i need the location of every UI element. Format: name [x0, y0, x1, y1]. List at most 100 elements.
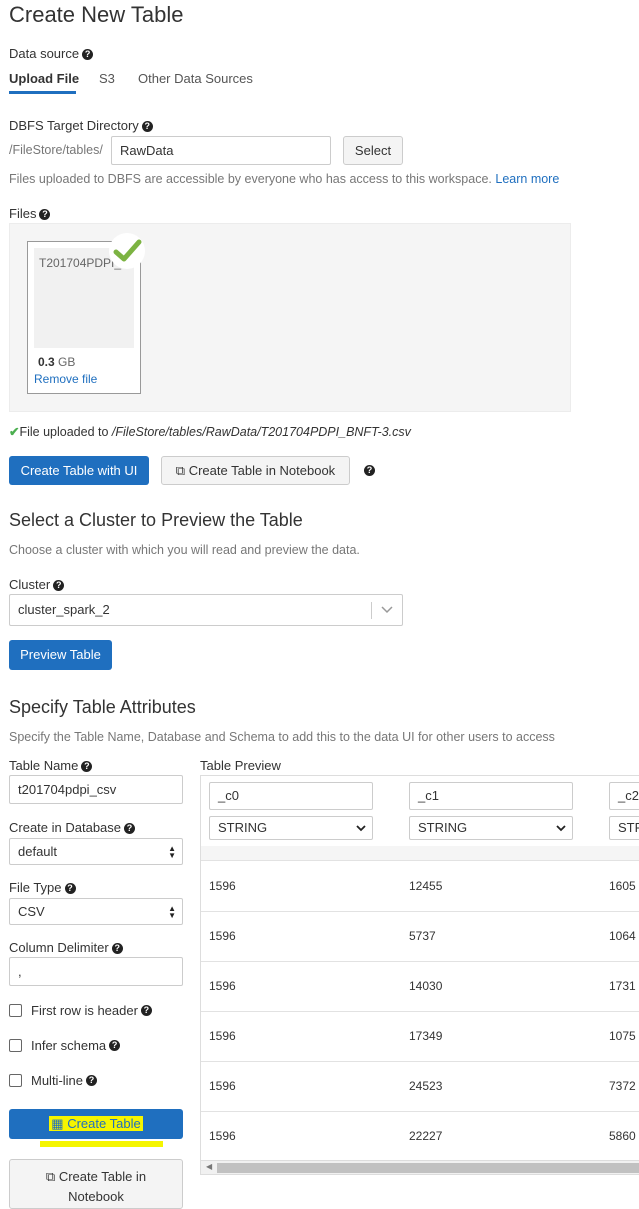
select-arrows-icon: ▲ ▼ [168, 903, 176, 920]
table-cell: 1064 [609, 929, 636, 943]
scroll-left-icon[interactable]: ◀ [206, 1162, 212, 1171]
data-source-label: Data source? [9, 46, 94, 61]
page-title: Create New Table [9, 2, 184, 27]
help-icon[interactable]: ? [53, 580, 65, 592]
attributes-section-title: Specify Table Attributes [9, 697, 196, 717]
table-row: 1596 5737 1064 [201, 911, 639, 962]
table-row: 1596 22227 5860 [201, 1111, 639, 1161]
cluster-label: Cluster? [9, 577, 65, 592]
preview-table-button[interactable]: Preview Table [9, 640, 112, 670]
table-cell: 5860 [609, 1129, 636, 1143]
external-link-icon: ⧉ [175, 463, 186, 478]
scrollbar-thumb[interactable] [217, 1163, 639, 1173]
column-name-input[interactable]: _c0 [209, 782, 373, 810]
tab-upload-file[interactable]: Upload File [9, 71, 79, 86]
table-cell: 1596 [209, 979, 236, 993]
column-type-select[interactable]: STRING [209, 816, 373, 840]
table-cell: 1605 [609, 879, 636, 893]
cluster-section-title: Select a Cluster to Preview the Table [9, 510, 303, 530]
table-cell: 1075 [609, 1029, 636, 1043]
table-cell: 12455 [409, 879, 443, 893]
help-icon[interactable]: ? [39, 209, 51, 221]
first-row-header-checkbox[interactable] [9, 1004, 22, 1017]
uploaded-path: /FileStore/tables/RawData/T201704PDPI_BN… [111, 425, 411, 439]
column-name-input[interactable]: _c2 [609, 782, 639, 810]
help-icon[interactable]: ? [141, 121, 153, 133]
table-cell: 7372 [609, 1079, 636, 1093]
create-table-button[interactable]: ▦ Create Table [9, 1109, 183, 1139]
table-name-input[interactable]: t201704pdpi_csv [9, 775, 183, 804]
learn-more-link[interactable]: Learn more [495, 172, 559, 186]
infer-schema-option[interactable]: Infer schema? [9, 1038, 121, 1053]
table-cell: 17349 [409, 1029, 443, 1043]
help-icon[interactable]: ? [86, 1075, 98, 1086]
header-divider [201, 846, 639, 861]
table-preview-label: Table Preview [200, 758, 281, 773]
chevron-down-icon [381, 606, 393, 614]
highlight-underline [40, 1141, 163, 1147]
help-icon[interactable]: ? [124, 823, 136, 835]
table-cell: 1731 [609, 979, 636, 993]
active-tab-indicator [9, 91, 76, 94]
file-size: 0.3 GB [38, 355, 75, 369]
select-divider [371, 602, 372, 619]
table-name-label: Table Name? [9, 758, 93, 773]
dbfs-note: Files uploaded to DBFS are accessible by… [9, 172, 560, 186]
table-icon: ▦ [51, 1116, 64, 1131]
column-name-input[interactable]: _c1 [409, 782, 573, 810]
dbfs-directory-input[interactable]: RawData [111, 136, 331, 165]
table-cell: 1596 [209, 929, 236, 943]
create-table-in-notebook-bottom-button[interactable]: ⧉ Create Table in Notebook [9, 1159, 183, 1209]
horizontal-scrollbar[interactable]: ◀ [201, 1160, 639, 1174]
tab-s3[interactable]: S3 [99, 71, 115, 86]
help-icon[interactable]: ? [81, 761, 93, 773]
upload-status: ✔File uploaded to /FileStore/tables/RawD… [9, 425, 411, 439]
table-cell: 24523 [409, 1079, 443, 1093]
column-type-select[interactable]: STR [609, 816, 639, 840]
select-arrows-icon: ▲ ▼ [168, 843, 176, 860]
table-cell: 1596 [209, 879, 236, 893]
column-type-select[interactable]: STRING [409, 816, 573, 840]
chevron-down-icon [556, 825, 566, 832]
remove-file-link[interactable]: Remove file [34, 372, 97, 386]
table-cell: 1596 [209, 1079, 236, 1093]
file-type-select[interactable]: CSV ▲ ▼ [9, 898, 183, 925]
tab-other-data-sources[interactable]: Other Data Sources [138, 71, 253, 86]
cluster-section-subtitle: Choose a cluster with which you will rea… [9, 543, 360, 557]
external-link-icon: ⧉ [45, 1169, 56, 1184]
create-in-database-label: Create in Database? [9, 820, 136, 835]
create-table-in-notebook-button[interactable]: ⧉ Create Table in Notebook [161, 456, 350, 485]
table-cell: 22227 [409, 1129, 443, 1143]
column-delimiter-label: Column Delimiter? [9, 940, 123, 955]
help-icon[interactable]: ? [361, 462, 375, 477]
success-check-icon [109, 233, 145, 269]
first-row-header-option[interactable]: First row is header? [9, 1003, 152, 1018]
dbfs-target-label: DBFS Target Directory? [9, 118, 153, 133]
file-size-unit: GB [58, 355, 76, 369]
table-cell: 1596 [209, 1029, 236, 1043]
dbfs-prefix: /FileStore/tables/ [9, 143, 103, 157]
create-table-with-ui-button[interactable]: Create Table with UI [9, 456, 149, 485]
table-row: 1596 17349 1075 [201, 1011, 639, 1062]
table-row: 1596 12455 1605 [201, 861, 639, 912]
create-table-highlight: ▦ Create Table [49, 1116, 143, 1131]
column-delimiter-input[interactable]: , [9, 957, 183, 986]
cluster-select[interactable]: cluster_spark_2 [9, 594, 403, 626]
attributes-section-subtitle: Specify the Table Name, Database and Sch… [9, 730, 555, 744]
help-icon[interactable]: ? [111, 943, 123, 955]
help-icon[interactable]: ? [109, 1040, 121, 1051]
database-select[interactable]: default ▲ ▼ [9, 838, 183, 865]
table-cell: 14030 [409, 979, 443, 993]
multi-line-checkbox[interactable] [9, 1074, 22, 1087]
preview-header: _c0 STRING _c1 STRING _c2 STR [201, 776, 639, 846]
files-label: Files? [9, 206, 51, 221]
multi-line-option[interactable]: Multi-line? [9, 1073, 98, 1088]
infer-schema-checkbox[interactable] [9, 1039, 22, 1052]
select-button[interactable]: Select [343, 136, 403, 165]
table-preview: _c0 STRING _c1 STRING _c2 STR 1596 12455… [200, 775, 639, 1175]
help-icon[interactable]: ? [64, 883, 76, 895]
help-icon[interactable]: ? [140, 1005, 152, 1016]
help-icon[interactable]: ? [82, 49, 94, 61]
table-row: 1596 24523 7372 [201, 1061, 639, 1112]
file-type-label: File Type? [9, 880, 76, 895]
